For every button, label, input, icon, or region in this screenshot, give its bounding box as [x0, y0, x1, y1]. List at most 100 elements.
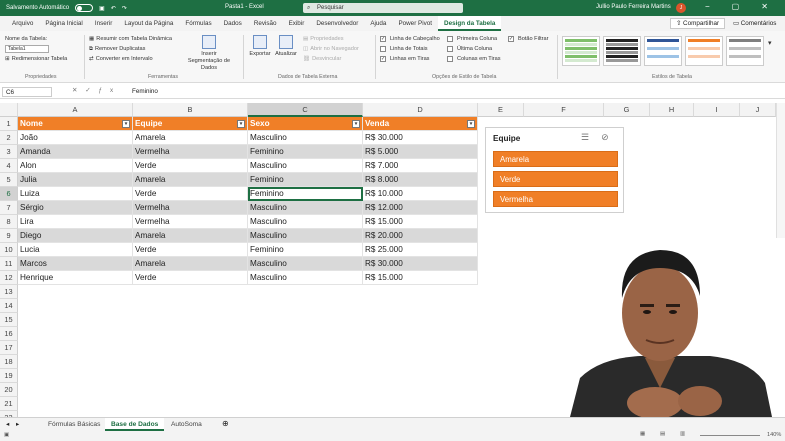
table-cell[interactable]: R$ 30.000 [363, 257, 478, 271]
tab-6[interactable]: Revisão [248, 16, 283, 31]
column-header[interactable]: C [248, 103, 363, 117]
table-cell[interactable]: R$ 30.000 [363, 131, 478, 145]
page-layout-icon[interactable]: ▤ [660, 431, 665, 437]
column-header[interactable]: A [18, 103, 133, 117]
formula-input[interactable]: Feminino [132, 88, 158, 95]
undo-icon[interactable]: ↶ [111, 5, 116, 12]
row-header[interactable]: 6 [0, 187, 18, 201]
table-header-cell[interactable]: Sexo ▾ [248, 117, 363, 131]
table-style-gray[interactable] [726, 36, 764, 66]
option-banded-rows[interactable]: ✓ Linhas em Tiras [380, 54, 440, 64]
option-banded-columns[interactable]: Colunas em Tiras [447, 54, 501, 64]
table-cell[interactable]: Amarela [133, 229, 248, 243]
tab-10[interactable]: Power Pivot [392, 16, 438, 31]
table-cell[interactable]: Alon [18, 159, 133, 173]
table-cell[interactable]: Masculino [248, 159, 363, 173]
table-cell[interactable]: Henrique [18, 271, 133, 285]
tab-5[interactable]: Dados [218, 16, 248, 31]
slicer-equipe[interactable]: Equipe ☰⊘ Amarela Verde Vermelha [485, 127, 624, 213]
row-header[interactable]: 9 [0, 229, 18, 243]
table-cell[interactable]: Amanda [18, 145, 133, 159]
tab-7[interactable]: Exibir [283, 16, 311, 31]
row-header[interactable]: 12 [0, 271, 18, 285]
row-header[interactable]: 13 [0, 285, 18, 299]
column-header[interactable]: H [650, 103, 694, 117]
table-cell[interactable]: Luiza [18, 187, 133, 201]
table-cell[interactable]: Masculino [248, 215, 363, 229]
table-cell[interactable]: R$ 8.000 [363, 173, 478, 187]
row-header[interactable]: 2 [0, 131, 18, 145]
user-name[interactable]: Jullio Paulo Ferreira Martins [596, 4, 671, 10]
slicer-item[interactable]: Verde [493, 171, 618, 187]
remove-duplicates-button[interactable]: ⧉ Remover Duplicatas [89, 44, 172, 54]
avatar[interactable]: J [676, 3, 686, 13]
normal-view-icon[interactable]: ▦ [640, 431, 645, 437]
column-header[interactable]: E [478, 103, 524, 117]
table-cell[interactable]: Feminino [248, 243, 363, 257]
row-header[interactable]: 8 [0, 215, 18, 229]
checkbox[interactable]: ✓ [380, 36, 386, 42]
filter-dropdown-icon[interactable]: ▾ [237, 120, 245, 128]
checkbox[interactable]: ✓ [380, 56, 386, 62]
share-button[interactable]: ⇧ Compartilhar [670, 18, 726, 29]
tab-1[interactable]: Página Inicial [39, 16, 88, 31]
table-cell[interactable]: Sérgio [18, 201, 133, 215]
slicer-item[interactable]: Amarela [493, 151, 618, 167]
checkbox[interactable] [447, 36, 453, 42]
table-cell[interactable]: Feminino [248, 187, 363, 201]
table-cell[interactable]: R$ 7.000 [363, 159, 478, 173]
table-cell[interactable]: João [18, 131, 133, 145]
column-header[interactable]: J [740, 103, 776, 117]
option-filter-button[interactable]: ✓ Botão Filtrar [508, 34, 548, 44]
row-header[interactable]: 14 [0, 299, 18, 313]
option-first-column[interactable]: Primeira Coluna [447, 34, 501, 44]
resize-table-button[interactable]: ⊞ Redimensionar Tabela [5, 54, 67, 64]
table-cell[interactable]: Verde [133, 271, 248, 285]
row-header[interactable]: 16 [0, 327, 18, 341]
tab-0[interactable]: Arquivo [6, 16, 39, 31]
select-all-corner[interactable] [0, 103, 18, 117]
prev-sheet-icon[interactable]: ◂ [6, 420, 9, 428]
minimize-icon[interactable]: − [705, 2, 710, 11]
sheet-tab[interactable]: Fórmulas Básicas [42, 418, 106, 431]
tab-3[interactable]: Layout da Página [118, 16, 179, 31]
table-cell[interactable]: Verde [133, 159, 248, 173]
column-header[interactable]: B [133, 103, 248, 117]
row-header[interactable]: 11 [0, 257, 18, 271]
table-cell[interactable]: Lucia [18, 243, 133, 257]
table-cell[interactable]: Diego [18, 229, 133, 243]
tab-8[interactable]: Desenvolvedor [310, 16, 364, 31]
option-total-row[interactable]: Linha de Totais [380, 44, 440, 54]
table-cell[interactable]: Julia [18, 173, 133, 187]
table-cell[interactable]: R$ 12.000 [363, 201, 478, 215]
row-header[interactable]: 3 [0, 145, 18, 159]
next-sheet-icon[interactable]: ▸ [16, 420, 19, 428]
row-header[interactable]: 17 [0, 341, 18, 355]
save-icon[interactable]: ▣ [99, 5, 105, 12]
zoom-level[interactable]: 140% [767, 432, 781, 438]
table-cell[interactable]: Feminino [248, 145, 363, 159]
row-header[interactable]: 7 [0, 201, 18, 215]
checkbox[interactable] [380, 46, 386, 52]
tab-11[interactable]: Design da Tabela [438, 16, 502, 31]
zoom-slider[interactable] [700, 435, 760, 436]
pivot-button[interactable]: ▦ Resumir com Tabela Dinâmica [89, 34, 172, 44]
table-header-cell[interactable]: Equipe ▾ [133, 117, 248, 131]
row-header[interactable]: 20 [0, 383, 18, 397]
insert-slicer-button[interactable]: Inserir Segmentação de Dados [187, 35, 231, 72]
table-cell[interactable]: Verde [133, 243, 248, 257]
table-style-black[interactable] [603, 36, 641, 66]
table-cell[interactable]: Amarela [133, 257, 248, 271]
table-cell[interactable]: Vermelha [133, 201, 248, 215]
table-cell[interactable]: R$ 5.000 [363, 145, 478, 159]
name-box[interactable]: C6 [2, 87, 52, 97]
table-cell[interactable]: R$ 15.000 [363, 271, 478, 285]
row-header[interactable]: 5 [0, 173, 18, 187]
table-cell[interactable]: Vermelha [133, 215, 248, 229]
table-cell[interactable]: Amarela [133, 131, 248, 145]
search-box[interactable]: ⌕ Pesquisar [303, 3, 463, 13]
table-cell[interactable]: R$ 20.000 [363, 229, 478, 243]
table-cell[interactable]: R$ 10.000 [363, 187, 478, 201]
checkbox[interactable]: ✓ [508, 36, 514, 42]
filter-dropdown-icon[interactable]: ▾ [122, 120, 130, 128]
